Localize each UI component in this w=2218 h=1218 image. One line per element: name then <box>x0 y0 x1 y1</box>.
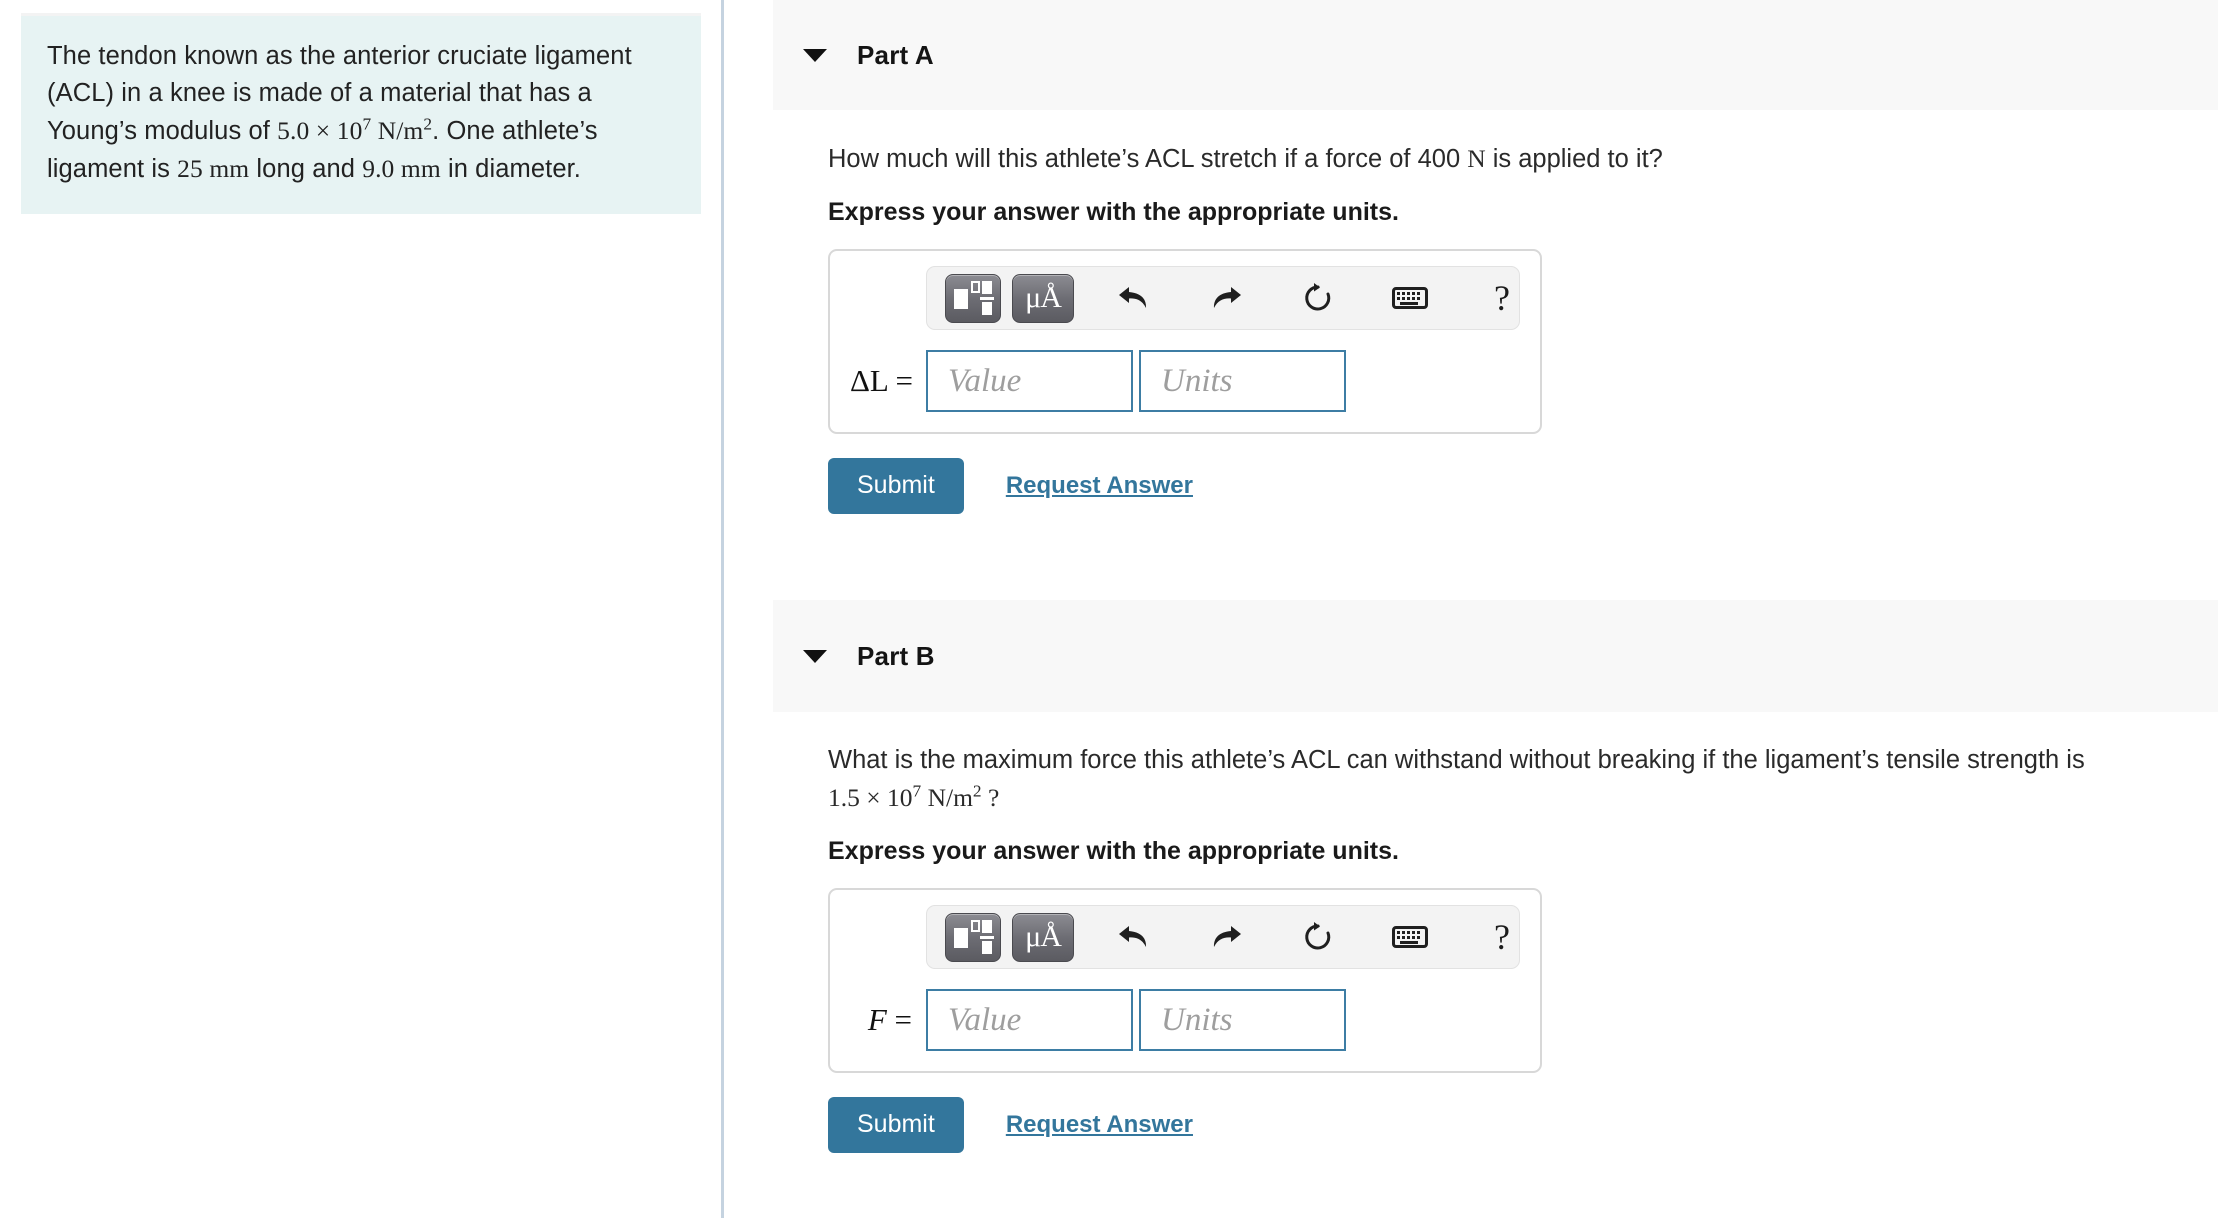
units-mu-angstrom-button[interactable]: μÅ <box>1012 273 1074 323</box>
part-b-header[interactable]: Part B <box>773 600 2218 712</box>
part-b-value-input[interactable]: Value <box>926 989 1133 1051</box>
part-a-math-toolbar: μÅ ? <box>926 266 1520 330</box>
problem-line-4-suffix: in diameter. <box>440 155 581 183</box>
keyboard-icon[interactable] <box>1383 911 1437 963</box>
ligament-diameter: 9.0 mm <box>362 154 441 183</box>
part-b-section: Part B What is the maximum force this at… <box>724 600 2218 1153</box>
part-b-submit-row: Submit Request Answer <box>828 1097 2218 1153</box>
part-a-body: How much will this athlete’s ACL stretch… <box>828 140 2218 514</box>
help-icon[interactable]: ? <box>1475 272 1529 324</box>
problem-statement-box: The tendon known as the anterior cruciat… <box>21 13 701 214</box>
part-a-section: Part A How much will this athlete’s ACL … <box>724 0 2218 514</box>
part-a-answer-panel: μÅ ? ΔL = Value Units <box>828 249 1542 434</box>
part-a-question-suffix: is applied to it? <box>1485 145 1663 173</box>
part-a-submit-button[interactable]: Submit <box>828 458 964 514</box>
redo-arrow-icon[interactable] <box>1199 272 1253 324</box>
part-a-units-placeholder: Units <box>1161 362 1233 399</box>
ligament-length: 25 mm <box>177 154 250 183</box>
part-a-request-answer-link[interactable]: Request Answer <box>1006 472 1193 500</box>
part-a-variable-label: ΔL = <box>850 363 913 398</box>
triangle-down-icon[interactable] <box>803 649 827 663</box>
units-mu-angstrom-button[interactable]: μÅ <box>1012 912 1074 962</box>
part-a-submit-row: Submit Request Answer <box>828 458 2218 514</box>
part-a-question-prefix: How much will this athlete’s ACL stretch… <box>828 145 1468 173</box>
undo-arrow-icon[interactable] <box>1107 272 1161 324</box>
part-b-units-placeholder: Units <box>1161 1001 1233 1038</box>
answer-column: Part A How much will this athlete’s ACL … <box>724 0 2218 1218</box>
units-mu-angstrom-label: μÅ <box>1025 281 1062 314</box>
part-b-body: What is the maximum force this athlete’s… <box>828 742 2218 1153</box>
problem-line-2: (ACL) in a knee is made of a material th… <box>47 79 592 107</box>
part-b-express-units-label: Express your answer with the appropriate… <box>828 837 1399 865</box>
part-a-question: How much will this athlete’s ACL stretch… <box>828 140 2128 178</box>
reset-circle-icon[interactable] <box>1291 911 1345 963</box>
part-b-answer-row: F = Value Units <box>850 989 1520 1051</box>
problem-line-3-prefix: Young’s modulus of <box>47 117 278 145</box>
help-icon[interactable]: ? <box>1475 911 1529 963</box>
youngs-modulus-value: 5.0 × 107 N/m2 <box>277 114 433 145</box>
part-b-question: What is the maximum force this athlete’s… <box>828 742 2128 817</box>
part-b-question-line-1: What is the maximum force this athlete’s… <box>828 746 2085 774</box>
part-a-title: Part A <box>857 39 934 70</box>
part-b-value-placeholder: Value <box>948 1001 1022 1038</box>
problem-line-1: The tendon known as the anterior cruciat… <box>47 42 632 70</box>
part-b-title: Part B <box>857 640 935 671</box>
units-mu-angstrom-label: μÅ <box>1025 920 1062 953</box>
page-root: The tendon known as the anterior cruciat… <box>0 0 2218 1218</box>
problem-line-4-mid: long and <box>249 155 363 183</box>
keyboard-icon[interactable] <box>1383 272 1437 324</box>
part-a-value-placeholder: Value <box>948 362 1022 399</box>
part-b-variable-label: F = <box>867 1002 912 1037</box>
redo-arrow-icon[interactable] <box>1199 911 1253 963</box>
part-a-question-unit: N <box>1467 144 1486 173</box>
part-a-value-input[interactable]: Value <box>926 350 1133 412</box>
help-question-mark: ? <box>1494 917 1510 957</box>
part-a-express-units-label: Express your answer with the appropriate… <box>828 198 1399 226</box>
part-b-request-answer-link[interactable]: Request Answer <box>1006 1111 1193 1139</box>
problem-line-4-prefix: ligament is <box>47 155 178 183</box>
part-b-submit-button[interactable]: Submit <box>828 1097 964 1153</box>
problem-column: The tendon known as the anterior cruciat… <box>0 0 722 1218</box>
math-template-icon[interactable] <box>945 273 1001 323</box>
part-a-header[interactable]: Part A <box>773 0 2218 110</box>
help-question-mark: ? <box>1494 278 1510 318</box>
math-template-icon[interactable] <box>945 912 1001 962</box>
undo-arrow-icon[interactable] <box>1107 911 1161 963</box>
part-b-math-toolbar: μÅ ? <box>926 905 1520 969</box>
triangle-down-icon[interactable] <box>803 48 827 62</box>
problem-statement-text: The tendon known as the anterior cruciat… <box>47 38 675 188</box>
part-b-answer-panel: μÅ ? F = Value Units <box>828 888 1542 1073</box>
part-a-answer-row: ΔL = Value Units <box>850 350 1520 412</box>
part-a-units-input[interactable]: Units <box>1139 350 1346 412</box>
problem-line-3-suffix: . One athlete’s <box>432 117 598 145</box>
part-b-tensile-strength: 1.5 × 107 N/m2 ? <box>828 781 1000 812</box>
part-b-units-input[interactable]: Units <box>1139 989 1346 1051</box>
reset-circle-icon[interactable] <box>1291 272 1345 324</box>
